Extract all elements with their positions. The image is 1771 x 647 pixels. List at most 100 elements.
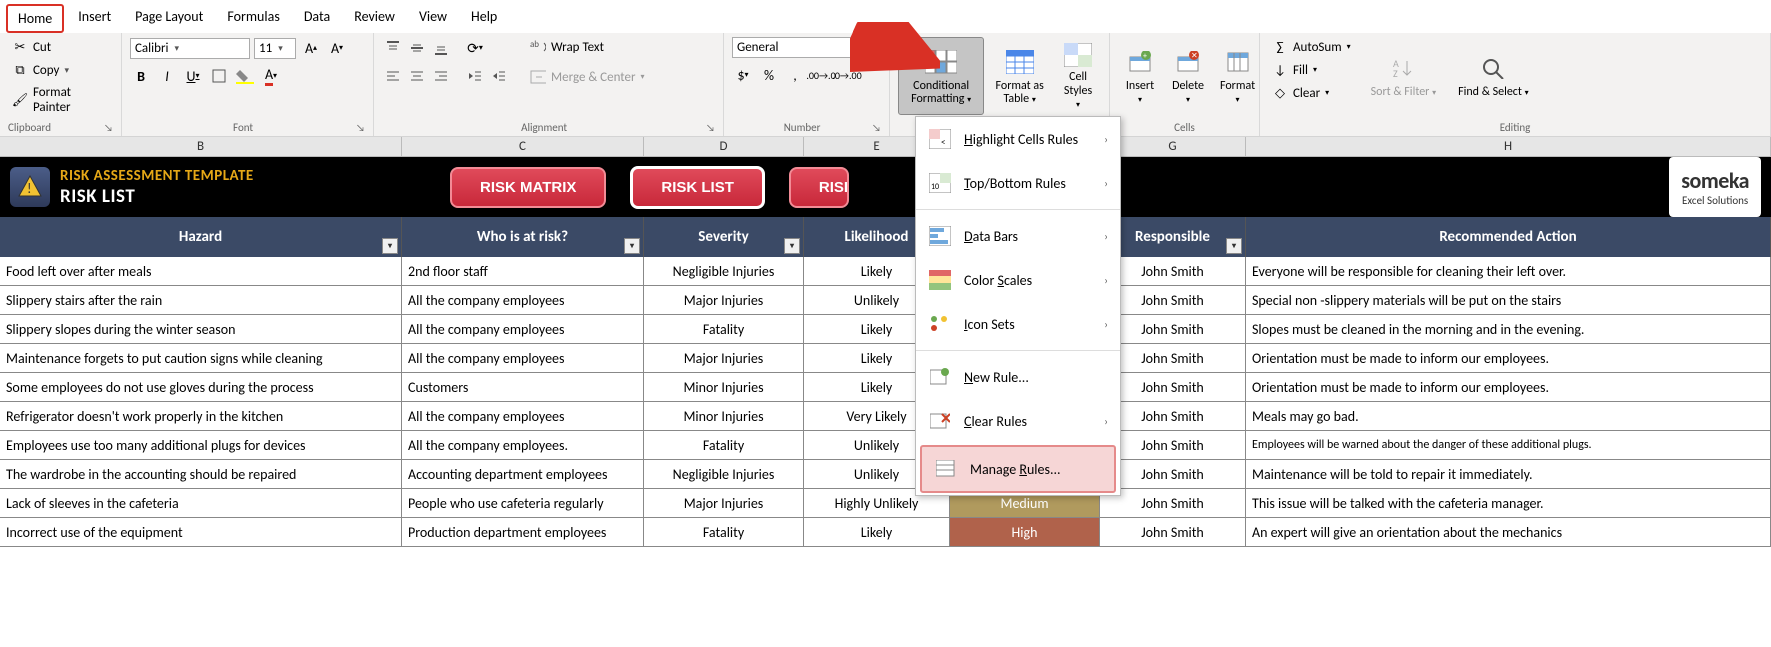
borders-button[interactable] <box>208 65 230 87</box>
cell-hazard[interactable]: Some employees do not use gloves during … <box>0 373 402 401</box>
cell-who[interactable]: All the company employees <box>402 402 644 430</box>
cell-severity[interactable]: Major Injuries <box>644 286 804 314</box>
cell-styles-button[interactable]: Cell Styles ▾ <box>1055 37 1101 115</box>
cf-manage-rules[interactable]: Manage Rules... <box>920 445 1116 493</box>
cell-hazard[interactable]: Maintenance forgets to put caution signs… <box>0 344 402 372</box>
dialog-launcher-icon[interactable]: ↘ <box>706 121 715 134</box>
cell-severity[interactable]: Major Injuries <box>644 489 804 517</box>
align-left-button[interactable] <box>382 65 404 87</box>
table-row[interactable]: The wardrobe in the accounting should be… <box>0 460 1771 489</box>
tab-review[interactable]: Review <box>344 4 405 33</box>
copy-button[interactable]: ⧉ Copy ▾ <box>8 60 113 80</box>
align-middle-button[interactable] <box>406 37 428 59</box>
cf-clear-rules[interactable]: Clear Rules › <box>916 399 1120 443</box>
cell-severity[interactable]: Negligible Injuries <box>644 460 804 488</box>
format-painter-button[interactable]: 🖌 Format Painter <box>8 83 113 117</box>
fill-color-button[interactable] <box>234 65 256 87</box>
tab-formulas[interactable]: Formulas <box>217 4 289 33</box>
cell-likelihood[interactable]: Likely <box>804 518 950 546</box>
accounting-format-button[interactable]: $▾ <box>732 64 754 86</box>
align-top-button[interactable] <box>382 37 404 59</box>
dialog-launcher-icon[interactable]: ↘ <box>104 121 113 134</box>
orientation-button[interactable]: ⟳▾ <box>464 37 486 59</box>
cell-severity[interactable]: Minor Injuries <box>644 402 804 430</box>
table-row[interactable]: Incorrect use of the equipmentProduction… <box>0 518 1771 547</box>
font-name-combo[interactable]: Calibri ▾ <box>130 38 250 59</box>
cell-action[interactable]: Orientation must be made to inform our e… <box>1246 344 1771 372</box>
cf-icon-sets[interactable]: Icon Sets › <box>916 302 1120 346</box>
increase-indent-button[interactable] <box>488 65 510 87</box>
decrease-font-button[interactable]: A▾ <box>326 37 348 59</box>
cf-new-rule[interactable]: New Rule... <box>916 355 1120 399</box>
decrease-indent-button[interactable] <box>464 65 486 87</box>
cf-highlight-cells-rules[interactable]: < Highlight Cells Rules › <box>916 117 1120 161</box>
cell-responsible[interactable]: John Smith <box>1100 373 1246 401</box>
format-cells-button[interactable]: Format▾ <box>1214 37 1261 115</box>
format-as-table-button[interactable]: Format as Table ▾ <box>988 37 1051 115</box>
cell-action[interactable]: Maintenance will be told to repair it im… <box>1246 460 1771 488</box>
cell-action[interactable]: Everyone will be responsible for cleanin… <box>1246 257 1771 285</box>
clear-button[interactable]: ◇Clear▾ <box>1268 83 1355 103</box>
cell-hazard[interactable]: Slippery stairs after the rain <box>0 286 402 314</box>
sort-filter-button[interactable]: AZ Sort & Filter ▾ <box>1365 37 1442 115</box>
table-row[interactable]: Maintenance forgets to put caution signs… <box>0 344 1771 373</box>
fill-button[interactable]: ↓Fill▾ <box>1268 60 1355 80</box>
increase-font-button[interactable]: A▴ <box>300 37 322 59</box>
cell-action[interactable]: Special non -slippery materials will be … <box>1246 286 1771 314</box>
cell-severity[interactable]: Negligible Injuries <box>644 257 804 285</box>
table-row[interactable]: Refrigerator doesn't work properly in th… <box>0 402 1771 431</box>
cell-who[interactable]: 2nd floor staff <box>402 257 644 285</box>
cell-hazard[interactable]: Food left over after meals <box>0 257 402 285</box>
find-select-button[interactable]: Find & Select ▾ <box>1452 37 1535 115</box>
cell-who[interactable]: Production department employees <box>402 518 644 546</box>
wrap-text-button[interactable]: ab Wrap Text <box>526 37 649 57</box>
cf-data-bars[interactable]: Data Bars › <box>916 214 1120 258</box>
cut-button[interactable]: ✂ Cut <box>8 37 113 57</box>
comma-button[interactable]: , <box>784 64 806 86</box>
cell-action[interactable]: Employees will be warned about the dange… <box>1246 431 1771 459</box>
tab-data[interactable]: Data <box>294 4 340 33</box>
risk-third-button[interactable]: RISK <box>789 167 849 208</box>
cell-action[interactable]: Orientation must be made to inform our e… <box>1246 373 1771 401</box>
table-row[interactable]: Food left over after meals2nd floor staf… <box>0 257 1771 286</box>
cell-hazard[interactable]: The wardrobe in the accounting should be… <box>0 460 402 488</box>
cell-responsible[interactable]: John Smith <box>1100 518 1246 546</box>
autosum-button[interactable]: ∑AutoSum▾ <box>1268 37 1355 57</box>
col-header-c[interactable]: C <box>402 137 644 156</box>
filter-button[interactable]: ▾ <box>624 238 640 254</box>
table-row[interactable]: Lack of sleeves in the cafeteriaPeople w… <box>0 489 1771 518</box>
cell-action[interactable]: This issue will be talked with the cafet… <box>1246 489 1771 517</box>
cell-who[interactable]: All the company employees <box>402 286 644 314</box>
risk-list-button[interactable]: RISK LIST <box>630 166 765 209</box>
cell-risk[interactable]: High <box>950 518 1100 546</box>
tab-page-layout[interactable]: Page Layout <box>125 4 213 33</box>
font-size-combo[interactable]: 11 ▾ <box>254 38 296 59</box>
tab-help[interactable]: Help <box>461 4 507 33</box>
col-header-d[interactable]: D <box>644 137 804 156</box>
cell-responsible[interactable]: John Smith <box>1100 344 1246 372</box>
filter-button[interactable]: ▾ <box>784 238 800 254</box>
filter-button[interactable]: ▾ <box>1226 238 1242 254</box>
align-center-button[interactable] <box>406 65 428 87</box>
tab-view[interactable]: View <box>409 4 457 33</box>
decrease-decimal-button[interactable]: .0→.00 <box>836 64 858 86</box>
table-row[interactable]: Slippery stairs after the rainAll the co… <box>0 286 1771 315</box>
cell-responsible[interactable]: John Smith <box>1100 460 1246 488</box>
col-header-h[interactable]: H <box>1246 137 1771 156</box>
cell-who[interactable]: All the company employees <box>402 315 644 343</box>
cell-severity[interactable]: Fatality <box>644 518 804 546</box>
italic-button[interactable]: I <box>156 65 178 87</box>
bold-button[interactable]: B <box>130 65 152 87</box>
cell-who[interactable]: Accounting department employees <box>402 460 644 488</box>
conditional-formatting-button[interactable]: Conditional Formatting ▾ <box>898 37 984 115</box>
cell-severity[interactable]: Fatality <box>644 315 804 343</box>
align-right-button[interactable] <box>430 65 452 87</box>
table-row[interactable]: Employees use too many additional plugs … <box>0 431 1771 460</box>
cell-who[interactable]: All the company employees <box>402 344 644 372</box>
underline-button[interactable]: U▾ <box>182 65 204 87</box>
cell-responsible[interactable]: John Smith <box>1100 315 1246 343</box>
cell-severity[interactable]: Major Injuries <box>644 344 804 372</box>
cell-severity[interactable]: Minor Injuries <box>644 373 804 401</box>
tab-home[interactable]: Home <box>6 4 64 33</box>
dialog-launcher-icon[interactable]: ↘ <box>356 121 365 134</box>
